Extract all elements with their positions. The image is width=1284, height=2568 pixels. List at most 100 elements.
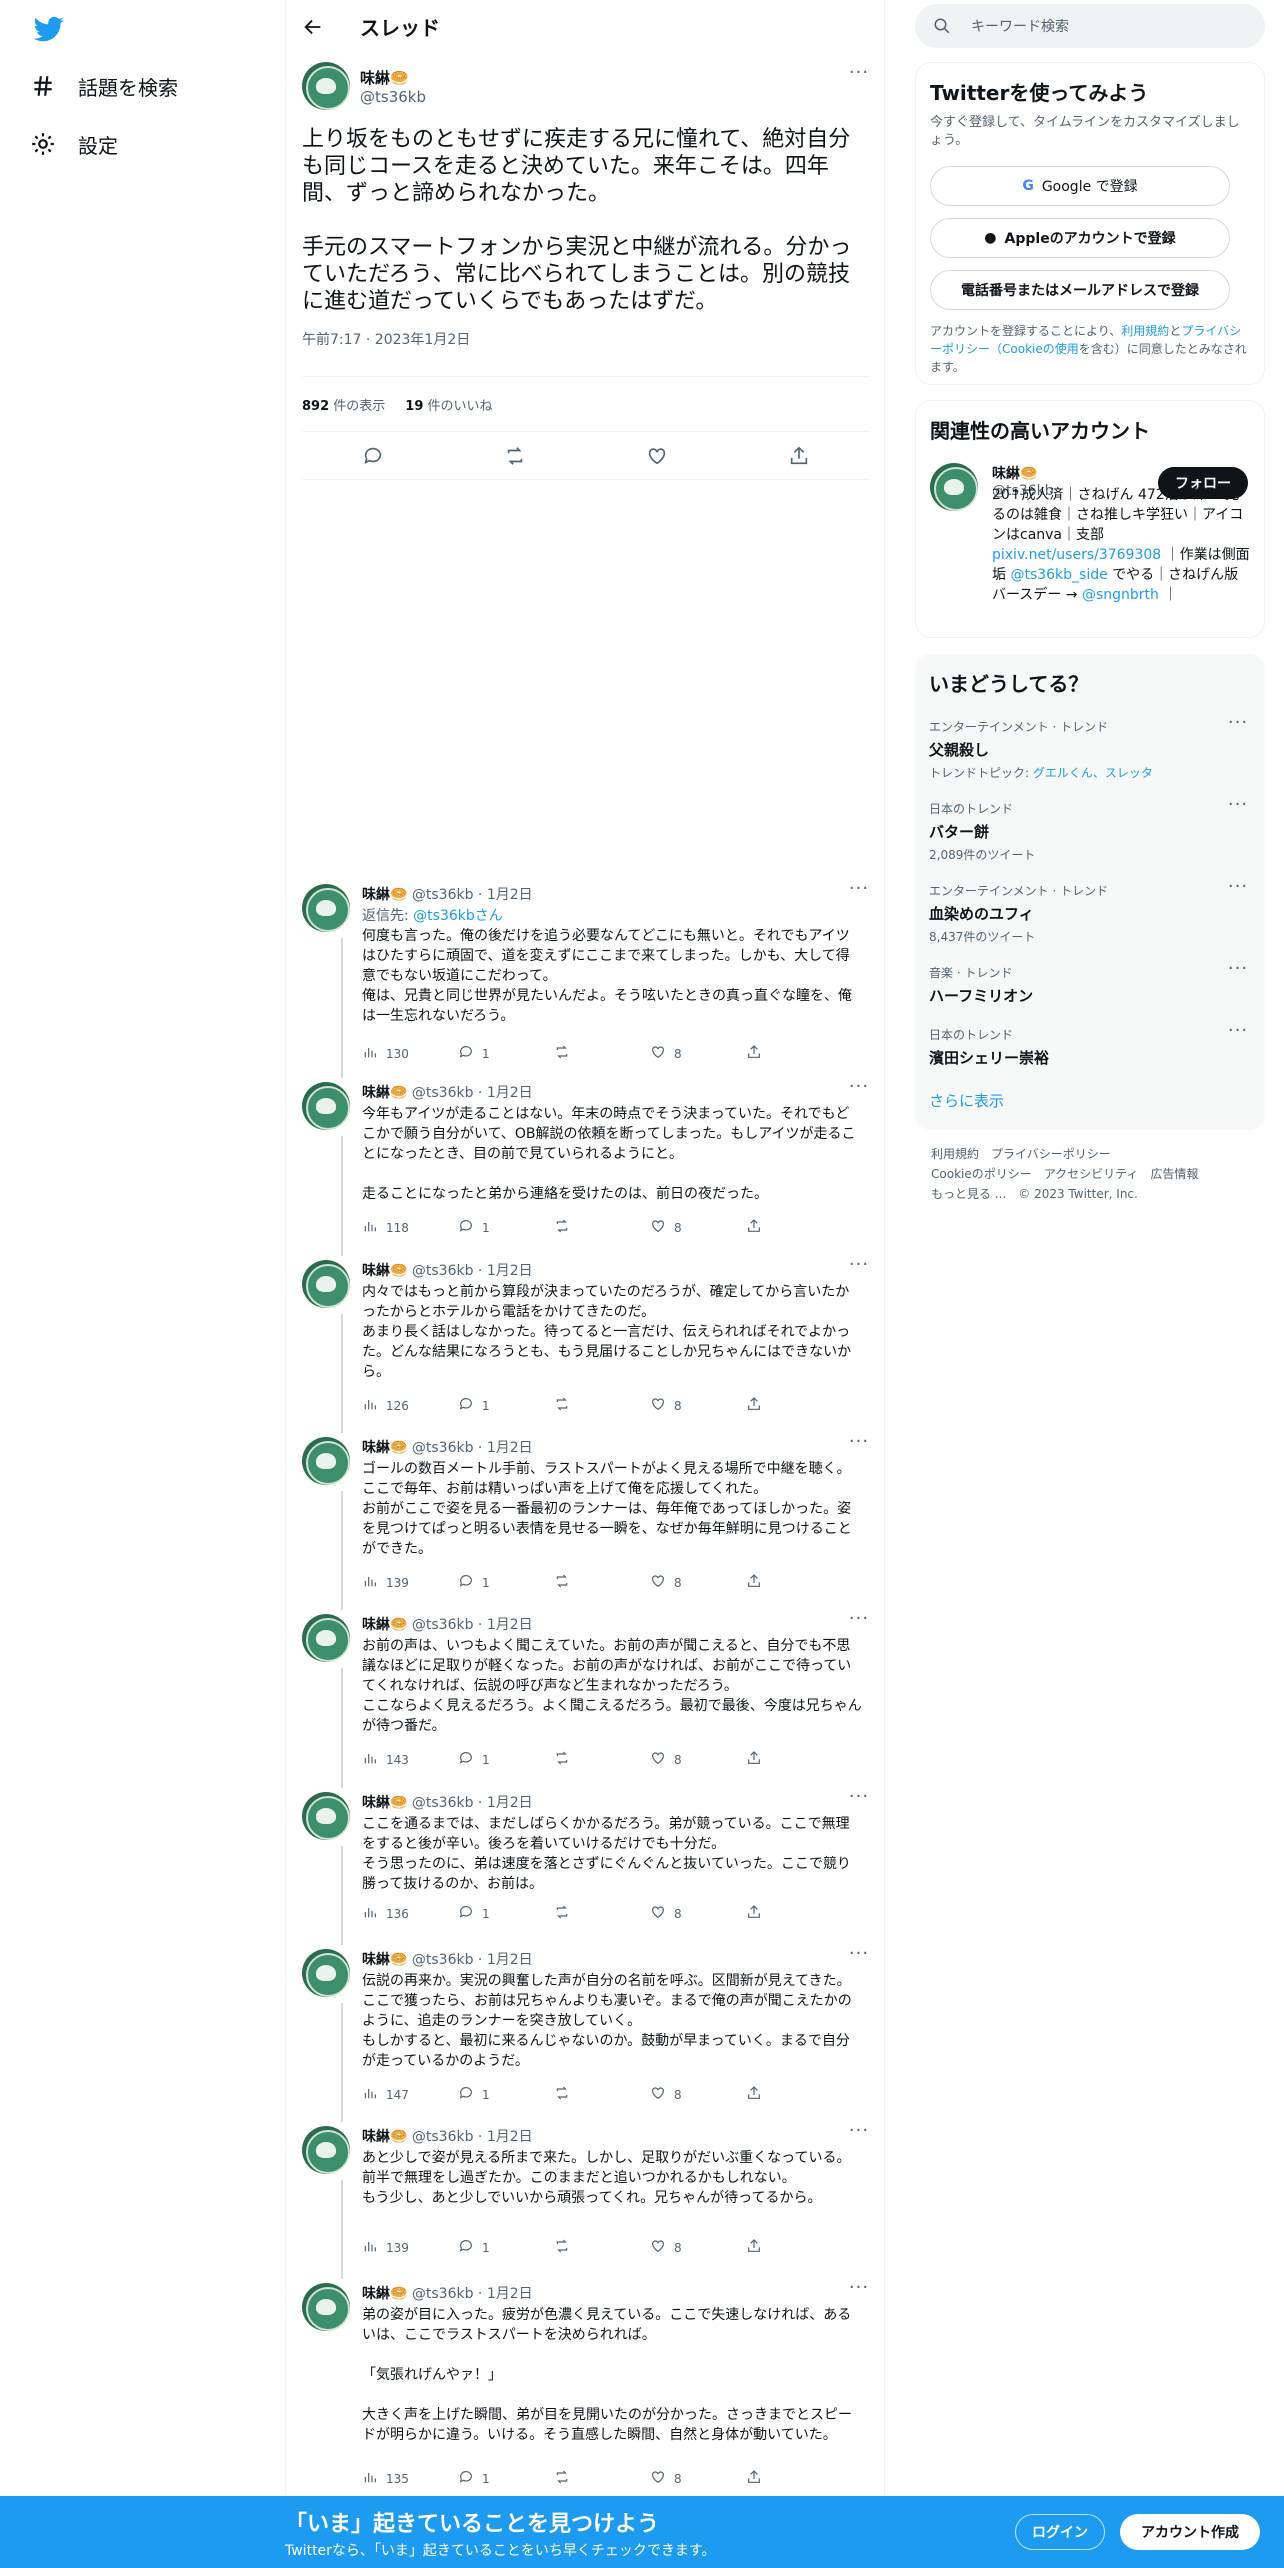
more-icon[interactable]: ··· bbox=[848, 1256, 870, 1282]
phone-signup-button[interactable]: 電話番号またはメールアドレスで登録 bbox=[930, 270, 1230, 310]
like-button[interactable]: 8 bbox=[650, 2469, 746, 2488]
bio-link-pixiv[interactable]: pixiv.net/users/3769308 bbox=[992, 547, 1161, 563]
more-icon[interactable]: ··· bbox=[848, 880, 870, 906]
more-icon[interactable]: ··· bbox=[1227, 1022, 1249, 1048]
like-icon[interactable] bbox=[646, 445, 668, 467]
google-signup-button[interactable]: G Google で登録 bbox=[930, 166, 1230, 206]
terms-link[interactable]: 利用規約 bbox=[1121, 324, 1169, 338]
retweet-button[interactable] bbox=[554, 1904, 650, 1923]
reply-button[interactable]: 1 bbox=[458, 1904, 554, 1923]
views-button[interactable]: 136 bbox=[362, 1904, 458, 1923]
like-button[interactable]: 8 bbox=[650, 1044, 746, 1063]
reply-button[interactable]: 1 bbox=[458, 1750, 554, 1769]
views-button[interactable]: 135 bbox=[362, 2469, 458, 2488]
views-button[interactable]: 118 bbox=[362, 1218, 458, 1237]
show-more-link[interactable]: さらに表示 bbox=[929, 1090, 1004, 1111]
reply-button[interactable]: 1 bbox=[458, 2238, 554, 2257]
retweet-button[interactable] bbox=[554, 1218, 650, 1237]
like-button[interactable]: 8 bbox=[650, 1218, 746, 1237]
tweet-timestamp[interactable]: 午前7:17 · 2023年1月2日 bbox=[302, 329, 870, 349]
bio-link-brth[interactable]: @sngnbrth bbox=[1082, 587, 1159, 603]
more-icon[interactable]: ··· bbox=[848, 1610, 870, 1636]
share-button[interactable] bbox=[746, 2085, 842, 2104]
share-icon[interactable] bbox=[788, 445, 810, 467]
apple-signup-button[interactable]: ● Appleのアカウントで登録 bbox=[930, 218, 1230, 258]
login-button[interactable]: ログイン bbox=[1015, 2514, 1105, 2550]
more-icon[interactable]: ··· bbox=[848, 1945, 870, 1971]
retweet-button[interactable] bbox=[554, 1573, 650, 1592]
like-button[interactable]: 8 bbox=[650, 1396, 746, 1415]
avatar[interactable] bbox=[302, 1792, 350, 1840]
avatar[interactable] bbox=[302, 884, 350, 932]
trend-topic-link[interactable]: グエルくん、スレッタ bbox=[1033, 766, 1153, 780]
views-button[interactable]: 139 bbox=[362, 2238, 458, 2257]
views-button[interactable]: 143 bbox=[362, 1750, 458, 1769]
views-button[interactable]: 139 bbox=[362, 1573, 458, 1592]
avatar[interactable] bbox=[302, 1260, 350, 1308]
more-icon[interactable]: ··· bbox=[1227, 714, 1249, 740]
reply-to-link[interactable]: @ts36kbさん bbox=[413, 908, 503, 924]
footer-links[interactable]: 利用規約 プライバシーポリシー Cookieのポリシー アクセシビリティ 広告情… bbox=[931, 1144, 1261, 1204]
like-button[interactable]: 8 bbox=[650, 1573, 746, 1592]
reply-button[interactable]: 1 bbox=[458, 1396, 554, 1415]
reply-button[interactable]: 1 bbox=[458, 2469, 554, 2488]
share-button[interactable] bbox=[746, 1044, 842, 1063]
nav-settings[interactable]: 設定 bbox=[30, 120, 118, 168]
author-handle[interactable]: @ts36kb bbox=[360, 88, 426, 106]
more-icon[interactable]: ··· bbox=[848, 1433, 870, 1459]
retweet-button[interactable] bbox=[554, 2238, 650, 2257]
reply-button[interactable]: 1 bbox=[458, 2085, 554, 2104]
like-button[interactable]: 8 bbox=[650, 1750, 746, 1769]
like-button[interactable]: 8 bbox=[650, 2238, 746, 2257]
avatar[interactable] bbox=[302, 62, 350, 110]
trend-item[interactable]: 音楽 · トレンド ハーフミリオン ··· bbox=[929, 960, 1249, 1006]
trend-item[interactable]: 日本のトレンド 濱田シェリー崇裕 ··· bbox=[929, 1022, 1249, 1068]
more-icon[interactable]: ··· bbox=[848, 1078, 870, 1104]
avatar[interactable] bbox=[302, 2283, 350, 2331]
share-button[interactable] bbox=[746, 1573, 842, 1592]
like-button[interactable]: 8 bbox=[650, 2085, 746, 2104]
share-button[interactable] bbox=[746, 2238, 842, 2257]
reply-button[interactable]: 1 bbox=[458, 1044, 554, 1063]
more-icon[interactable]: ··· bbox=[848, 64, 870, 90]
avatar[interactable] bbox=[930, 463, 978, 511]
author-name[interactable]: 味綝🥯 bbox=[360, 67, 426, 88]
views-button[interactable]: 147 bbox=[362, 2085, 458, 2104]
views-button[interactable]: 130 bbox=[362, 1044, 458, 1063]
share-button[interactable] bbox=[746, 1218, 842, 1237]
like-button[interactable]: 8 bbox=[650, 1904, 746, 1923]
reply-icon[interactable] bbox=[362, 445, 384, 467]
share-button[interactable] bbox=[746, 1396, 842, 1415]
more-icon[interactable]: ··· bbox=[1227, 960, 1249, 986]
more-icon[interactable]: ··· bbox=[848, 2279, 870, 2305]
avatar[interactable] bbox=[302, 1082, 350, 1130]
bio-link-side[interactable]: @ts36kb_side bbox=[1010, 567, 1107, 583]
retweet-button[interactable] bbox=[554, 1044, 650, 1063]
reply-button[interactable]: 1 bbox=[458, 1573, 554, 1592]
retweet-button[interactable] bbox=[554, 1750, 650, 1769]
share-button[interactable] bbox=[746, 1904, 842, 1923]
more-icon[interactable]: ··· bbox=[1227, 796, 1249, 822]
search-input[interactable]: キーワード検索 bbox=[915, 4, 1265, 48]
trend-item[interactable]: エンターテインメント · トレンド 父親殺し トレンドトピック: グエルくん、スレッ… bbox=[929, 714, 1249, 781]
retweet-button[interactable] bbox=[554, 2469, 650, 2488]
nav-explore[interactable]: 話題を検索 bbox=[30, 62, 178, 110]
retweet-icon[interactable] bbox=[504, 445, 526, 467]
retweet-button[interactable] bbox=[554, 1396, 650, 1415]
avatar[interactable] bbox=[302, 1614, 350, 1662]
reply-button[interactable]: 1 bbox=[458, 1218, 554, 1237]
share-button[interactable] bbox=[746, 1750, 842, 1769]
avatar[interactable] bbox=[302, 2126, 350, 2174]
avatar[interactable] bbox=[302, 1437, 350, 1485]
trend-item[interactable]: 日本のトレンド バター餅 2,089件のツイート ··· bbox=[929, 796, 1249, 863]
trend-item[interactable]: エンターテインメント · トレンド 血染めのユフィ 8,437件のツイート ··· bbox=[929, 878, 1249, 945]
twitter-logo-icon[interactable] bbox=[32, 14, 66, 44]
views-button[interactable]: 126 bbox=[362, 1396, 458, 1415]
create-account-button[interactable]: アカウント作成 bbox=[1120, 2514, 1260, 2550]
more-icon[interactable]: ··· bbox=[848, 2122, 870, 2148]
more-icon[interactable]: ··· bbox=[1227, 878, 1249, 904]
retweet-button[interactable] bbox=[554, 2085, 650, 2104]
more-icon[interactable]: ··· bbox=[848, 1788, 870, 1814]
avatar[interactable] bbox=[302, 1949, 350, 1997]
likes-stat[interactable]: 19 件のいいね bbox=[405, 395, 492, 414]
